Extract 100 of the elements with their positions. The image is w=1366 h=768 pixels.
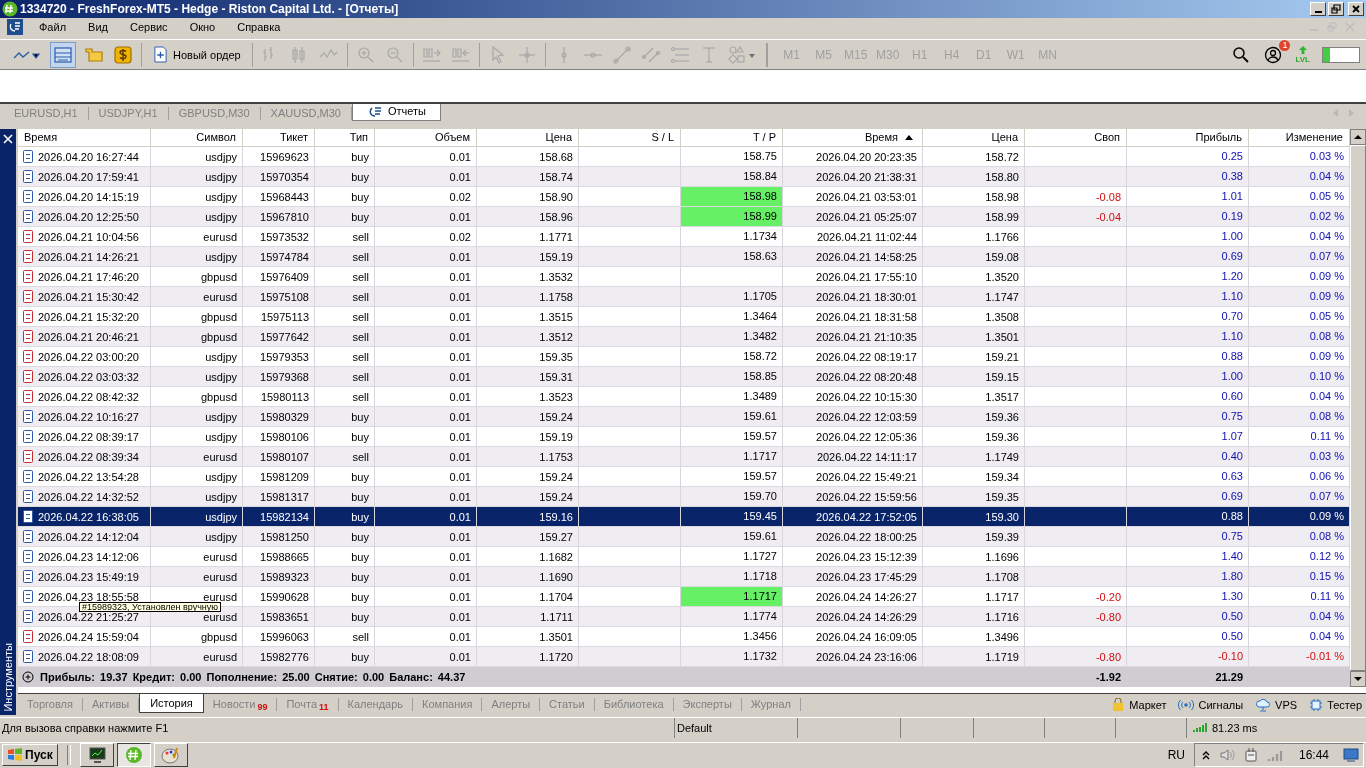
zoom-out-icon[interactable] <box>384 44 405 65</box>
table-row[interactable]: 2026.04.20 14:15:19 usdjpy 15968443 buy 0.02 158.90 158.98 2026.04.21 03:53:01 158.98 -0.08 1.01 0.05 % <box>18 187 1350 208</box>
service-link[interactable]: Сигналы <box>1198 698 1244 711</box>
chip-icon[interactable] <box>1309 697 1324 712</box>
dollar-icon[interactable] <box>113 44 133 65</box>
menu-item[interactable]: Сервис <box>118 21 179 34</box>
table-cell: 159.39 <box>985 531 1019 542</box>
table-cell: 1.1716 <box>985 611 1019 622</box>
table-cell: 159.19 <box>539 431 573 442</box>
clock-time[interactable]: 16:44 <box>1292 748 1335 763</box>
table-cell: 158.68 <box>539 151 573 162</box>
table-cell: 0.01 <box>449 591 471 602</box>
table-row[interactable]: 2026.04.23 15:49:19 eurusd 15989323 buy 0.01 1.1690 1.1718 2026.04.23 17:45:29 1.1708 1.80 0.15 % <box>18 567 1350 588</box>
close-button[interactable] <box>1348 1 1364 16</box>
restore-button[interactable] <box>1328 1 1344 16</box>
close-icon[interactable] <box>3 134 13 145</box>
palette-icon[interactable] <box>153 743 188 768</box>
scroll-down-icon[interactable] <box>1350 671 1366 688</box>
document-window-icon[interactable] <box>6 18 24 37</box>
table-cell: 0.02 <box>449 231 471 242</box>
minimize-button[interactable] <box>1310 1 1326 16</box>
service-link[interactable]: Тестер <box>1327 698 1362 711</box>
table-row[interactable]: 2026.04.22 16:38:05 usdjpy 15982134 buy 0.01 159.16 159.45 2026.04.22 17:52:05 159.30 0.88 0.09 % <box>18 507 1350 528</box>
chevron-up-icon[interactable] <box>1200 750 1211 761</box>
speaker-icon[interactable] <box>1218 747 1235 764</box>
table-row[interactable]: 2026.04.22 08:42:32 gbpusd 15980113 sell 0.01 1.3523 1.3489 2026.04.22 10:15:30 1.3517 0.60 0.04 % <box>18 387 1350 408</box>
table-row[interactable]: 2026.04.20 12:25:50 usdjpy 15967810 buy 0.01 158.96 158.99 2026.04.21 05:25:07 158.99 -0.04 0.19 0.02 % <box>18 207 1350 228</box>
table-row[interactable]: 2026.04.23 14:12:06 eurusd 15988665 buy 0.01 1.1682 1.1727 2026.04.23 15:12:39 1.1696 1.40 0.12 % <box>18 547 1350 568</box>
table-row[interactable]: 2026.04.21 15:30:42 eurusd 15975108 sell 0.01 1.1758 1.1705 2026.04.21 18:30:01 1.1747 1.10 0.09 % <box>18 287 1350 308</box>
table-row[interactable]: 2026.04.22 03:03:32 usdjpy 15979368 sell 0.01 159.31 158.85 2026.04.22 08:20:48 159.15 1.00 0.10 % <box>18 367 1350 388</box>
service-link[interactable]: VPS <box>1275 698 1298 711</box>
table-row[interactable]: 2026.04.22 13:54:28 usdjpy 15981209 buy 0.01 159.24 159.57 2026.04.22 15:49:21 159.34 0.63 0.06 % <box>18 467 1350 488</box>
table-row[interactable]: 2026.04.20 16:27:44 usdjpy 15969623 buy 0.01 158.68 158.75 2026.04.20 20:23:35 158.72 0.25 0.03 % <box>18 147 1350 168</box>
monitor-icon[interactable] <box>79 743 114 768</box>
menu-item[interactable]: Справка <box>226 21 292 34</box>
table-row[interactable]: 2026.04.22 10:16:27 usdjpy 15980329 buy 0.01 159.24 159.61 2026.04.22 12:03:59 159.36 0.75 0.08 % <box>18 407 1350 428</box>
table-cell: 1.1758 <box>539 291 573 302</box>
table-row[interactable]: 2026.04.22 14:32:52 usdjpy 15981317 buy 0.01 159.24 159.70 2026.04.22 15:59:56 159.35 0.69 0.07 % <box>18 487 1350 508</box>
table-cell: 1.3501 <box>985 331 1019 342</box>
table-cell: buy <box>351 591 369 602</box>
table-cell: usdjpy <box>205 191 237 202</box>
menu-item[interactable]: Вид <box>77 21 119 34</box>
language-indicator[interactable]: RU <box>1161 748 1191 763</box>
signal-icon[interactable] <box>1178 698 1195 711</box>
table-row[interactable]: 2026.04.22 18:08:09 eurusd 15982776 buy 0.01 1.1720 1.1732 2026.04.24 23:16:06 1.1719 -0.80 -0.10 -0.01 % <box>18 647 1350 668</box>
table-cell: 15983651 <box>260 611 309 622</box>
menu-item[interactable]: Окно <box>178 21 227 34</box>
table-cell: 1.1749 <box>985 451 1019 462</box>
table-row[interactable]: 2026.04.21 15:32:20 gbpusd 15975113 sell 0.01 1.3515 1.3464 2026.04.21 18:31:58 1.3508 0.70 0.05 % <box>18 307 1350 328</box>
expand-icon[interactable] <box>22 671 34 684</box>
cloud-icon[interactable] <box>1255 697 1272 712</box>
market-watch-icon[interactable] <box>51 42 75 67</box>
table-cell: usdjpy <box>205 251 237 262</box>
chart-tab-label: Отчеты <box>387 105 426 119</box>
scroll-left-icon[interactable] <box>1333 108 1339 117</box>
table-cell: 15980107 <box>260 451 309 462</box>
power-plug-icon[interactable] <box>1242 747 1259 764</box>
table-cell: 1.1771 <box>539 231 573 242</box>
table-row[interactable]: 2026.04.22 08:39:34 eurusd 15980107 sell 0.01 1.1753 1.1717 2026.04.22 14:11:17 1.1749 0.40 0.03 % <box>18 447 1350 468</box>
menu-item[interactable]: Файл <box>28 21 78 34</box>
table-cell: 1.3512 <box>539 331 573 342</box>
notification-badge: 1 <box>1279 39 1291 51</box>
start-button[interactable]: Пуск <box>2 744 58 767</box>
table-row[interactable]: 2026.04.21 17:46:20 gbpusd 15976409 sell 0.01 1.3532 2026.04.21 17:55:10 1.3520 1.20 0.09 % <box>18 267 1350 288</box>
scroll-up-icon[interactable] <box>1350 129 1366 146</box>
scroll-right-icon[interactable] <box>1348 108 1354 117</box>
table-cell: 1.1711 <box>540 611 573 622</box>
crosshair-icon[interactable] <box>516 44 537 65</box>
shapes-icon[interactable] <box>727 44 758 65</box>
new-order-button[interactable]: Новый ордер <box>150 44 244 66</box>
service-link[interactable]: Маркет <box>1129 698 1167 711</box>
swap-total: -1.92 <box>1094 671 1122 684</box>
app-logo-icon[interactable] <box>116 743 151 768</box>
table-cell: 2026.04.22 03:03:32 <box>38 371 139 382</box>
table-row[interactable]: 2026.04.21 20:46:21 gbpusd 15977642 sell 0.01 1.3512 1.3482 2026.04.21 21:10:35 1.3501 1.10 0.08 % <box>18 327 1350 348</box>
table-row[interactable]: 2026.04.22 14:12:04 usdjpy 15981250 buy 0.01 159.27 159.61 2026.04.22 18:00:25 159.39 0.75 0.08 % <box>18 527 1350 548</box>
fibonacci-icon[interactable] <box>669 44 690 65</box>
zoom-in-icon[interactable] <box>355 44 376 65</box>
table-row[interactable]: 2026.04.22 03:00:20 usdjpy 15979353 sell 0.01 159.35 158.72 2026.04.22 08:19:17 159.21 0.88 0.09 % <box>18 347 1350 368</box>
table-row[interactable]: 2026.04.24 15:59:04 gbpusd 15996063 sell 0.01 1.3501 1.3456 2026.04.24 16:09:05 1.3496 0.50 0.04 % <box>18 627 1350 648</box>
panel-tab[interactable]: История <box>139 693 204 713</box>
table-row[interactable]: 2026.04.22 08:39:17 usdjpy 15980106 buy 0.01 159.19 159.57 2026.04.22 12:05:36 159.36 1.07 0.11 % <box>18 427 1350 448</box>
table-cell: 2026.04.22 08:42:32 <box>38 391 139 402</box>
table-cell: 158.98 <box>985 191 1019 202</box>
trend-line-icon[interactable] <box>611 44 632 65</box>
account-icon[interactable] <box>1263 44 1284 65</box>
table-row[interactable]: 2026.04.21 14:26:21 usdjpy 15974784 sell 0.01 159.19 158.63 2026.04.21 14:58:25 159.08 0.69 0.07 % <box>18 247 1350 268</box>
network-bars-icon[interactable] <box>1266 748 1285 763</box>
desktop-icon[interactable] <box>1343 748 1359 763</box>
table-row[interactable]: 2026.04.20 17:59:41 usdjpy 15970354 buy 0.01 158.74 158.84 2026.04.20 21:38:31 158.80 0.38 0.04 % <box>18 167 1350 188</box>
table-row[interactable]: 2026.04.21 10:04:56 eurusd 15973532 sell 0.02 1.1771 1.1734 2026.04.21 11:02:44 1.1766 1.00 0.04 % <box>18 227 1350 248</box>
table-cell: 15975108 <box>260 291 309 302</box>
table-cell: 2026.04.23 14:12:06 <box>38 551 139 562</box>
connection-bars-icon <box>1193 723 1207 734</box>
table-cell: 2026.04.21 18:31:58 <box>816 311 917 322</box>
table-cell: 1.3515 <box>539 311 573 322</box>
shopping-bag-icon[interactable] <box>1111 697 1126 712</box>
summary-text: Прибыль: 19.37 Кредит: 0.00 Пополнение: 25.00 Снятие: 0.00 Баланс: 44.37 <box>40 671 466 684</box>
table-cell: 2026.04.22 15:49:21 <box>816 471 917 482</box>
table-cell: 15988665 <box>260 551 309 562</box>
